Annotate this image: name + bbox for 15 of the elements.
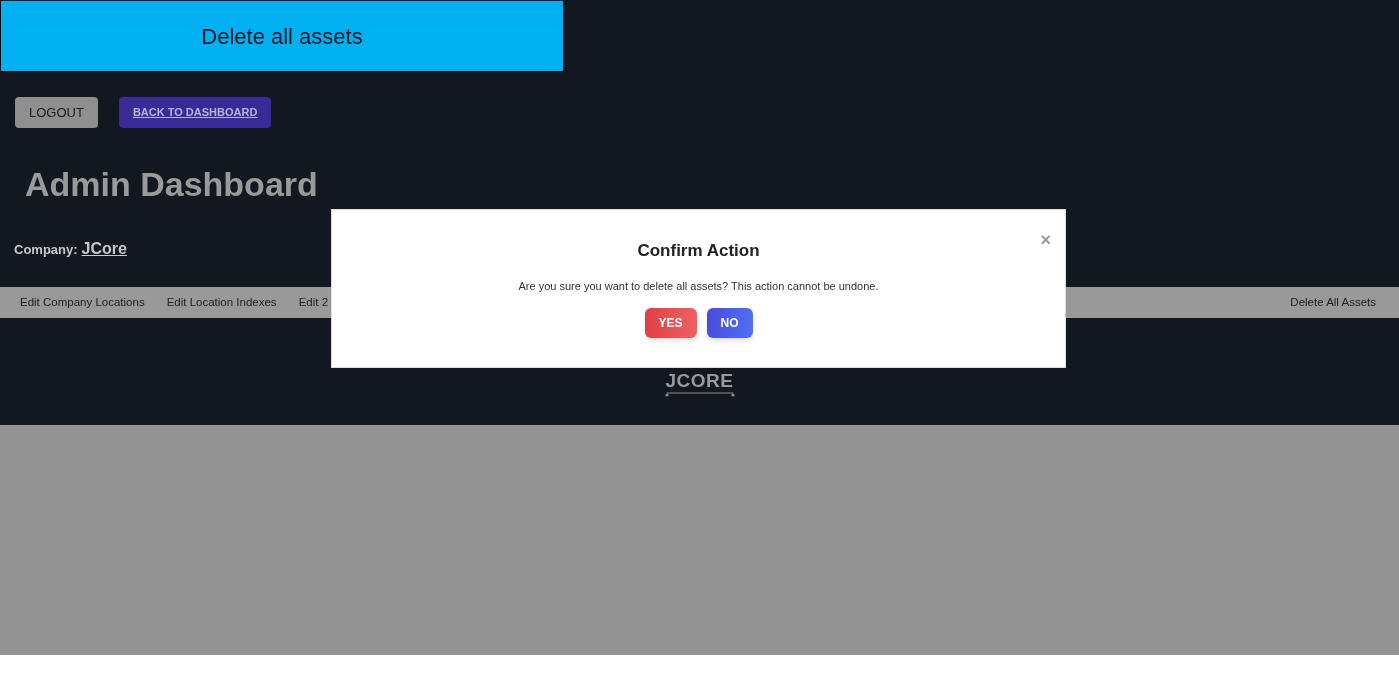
back-link-button[interactable]: BACK TO DASHBOARD	[118, 97, 272, 128]
nav-link[interactable]: Edit Company Locations	[20, 293, 145, 312]
company-link[interactable]: JCore	[81, 237, 127, 261]
dialog-message: Are you sure you want to delete all assets? This action cannot be undone.	[518, 279, 879, 293]
no-button[interactable]: NO	[706, 308, 753, 338]
logout-button[interactable]: LOGOUT	[15, 97, 98, 128]
nav-link[interactable]: Delete All Assets	[1290, 293, 1376, 312]
company-label: Company:	[14, 241, 78, 259]
nav-link[interactable]: Edit 2	[298, 293, 329, 312]
page-title: Admin Dashboard	[25, 164, 318, 204]
logo: JCORE	[664, 371, 735, 397]
yes-button[interactable]: YES	[644, 308, 697, 338]
dialog-title: Confirm Action	[637, 241, 760, 261]
caption-banner: Delete all assets	[0, 0, 564, 72]
nav-link[interactable]: Edit Location Indexes	[166, 293, 277, 312]
